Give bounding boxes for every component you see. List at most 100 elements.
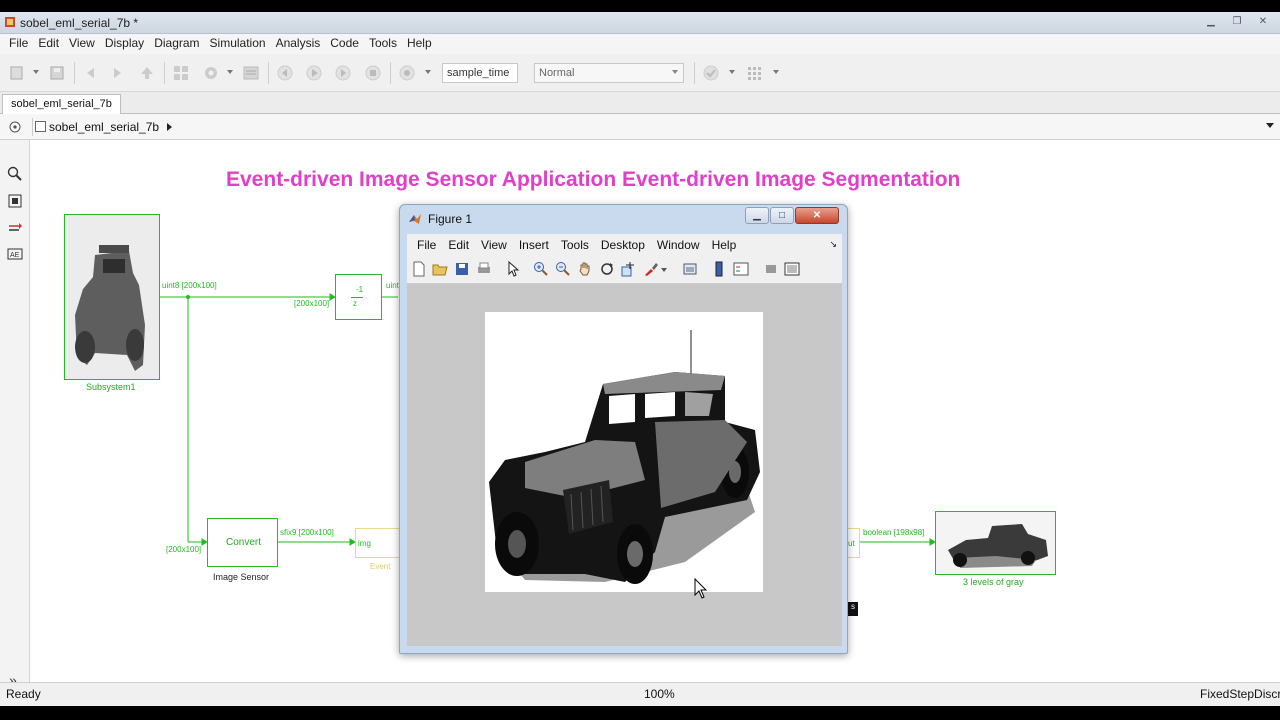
back-icon[interactable] [82,64,100,82]
hide-plot-tools-icon[interactable] [763,261,779,277]
menu-file[interactable]: File [4,34,33,54]
toolbar: sample_time Normal [0,54,1280,92]
simulation-mode-select[interactable]: Normal [534,63,684,83]
figure-menu-tools[interactable]: Tools [555,234,595,256]
svg-text:AE: AE [10,252,20,259]
output-port-block[interactable]: ut [846,528,860,558]
run-icon[interactable] [305,64,323,82]
solver-label[interactable]: FixedStepDiscrete [1200,687,1280,701]
signal-label: [200x100] [166,545,202,554]
fit-to-view-icon[interactable] [7,193,23,209]
menu-diagram[interactable]: Diagram [149,34,204,54]
mouse-cursor-icon [694,578,708,599]
menu-display[interactable]: Display [100,34,149,54]
arrow-icon[interactable] [7,220,23,236]
zoom-in-icon[interactable] [533,261,549,277]
simulink-app-icon [5,17,15,27]
grid-icon[interactable] [746,64,764,82]
convert-block[interactable]: Convert [207,518,278,567]
pan-icon[interactable] [577,261,593,277]
model-tab-strip: sobel_eml_serial_7b [0,92,1280,114]
close-icon[interactable]: ✕ [1252,14,1274,30]
open-file-icon[interactable] [432,261,448,277]
minimize-icon[interactable]: ▁ [745,207,769,224]
breadcrumb-bar: sobel_eml_serial_7b [0,114,1280,140]
segmented-car-thumbnail [936,512,1055,574]
zoom-level: 100% [644,687,675,701]
colorbar-icon[interactable] [711,261,727,277]
edit-plot-icon[interactable] [505,261,521,277]
signal-label: uint [386,281,399,290]
chevron-right-icon [167,123,173,131]
forward-icon[interactable] [108,64,126,82]
status-bar: Ready 100% FixedStepDiscrete [0,682,1280,706]
signal-label: [200x100] [294,299,330,308]
legend-icon[interactable] [733,261,749,277]
menu-analysis[interactable]: Analysis [271,34,326,54]
menu-code[interactable]: Code [325,34,364,54]
figure-menu-help[interactable]: Help [706,234,743,256]
tab-model[interactable]: sobel_eml_serial_7b [2,94,121,114]
rotate-3d-icon[interactable] [599,261,615,277]
image-axes[interactable] [485,312,763,592]
unit-delay-block[interactable]: -1 z [335,274,382,320]
title-bar: sobel_eml_serial_7b * ▁ ❐ ✕ [0,12,1280,34]
maximize-icon[interactable]: □ [770,207,794,224]
subsystem1-block[interactable] [64,214,160,380]
close-icon[interactable]: ✕ [795,207,839,224]
menu-tools[interactable]: Tools [364,34,402,54]
menu-help[interactable]: Help [402,34,437,54]
record-icon[interactable] [398,64,416,82]
stop-icon[interactable] [364,64,382,82]
menu-view[interactable]: View [64,34,100,54]
figure-toolbar [407,256,842,284]
zoom-icon[interactable] [7,166,23,182]
car-thumbnail-image [65,215,159,379]
menu-simulation[interactable]: Simulation [205,34,271,54]
subsystem1-label: Subsystem1 [86,382,136,392]
show-plot-tools-icon[interactable] [784,261,800,277]
delay-numerator: -1 [356,285,364,294]
ms-marker: s [848,602,858,616]
model-explorer-icon[interactable] [242,64,260,82]
up-icon[interactable] [138,64,156,82]
chevron-down-icon[interactable] [661,268,667,272]
stop-time-input[interactable]: sample_time [442,63,518,83]
img-port-label: img [358,539,371,548]
brush-icon[interactable] [643,261,659,277]
model-browser-icon[interactable] [8,120,22,134]
save-icon[interactable] [48,64,66,82]
figure-menu-insert[interactable]: Insert [513,234,555,256]
figure-menu-view[interactable]: View [475,234,513,256]
data-cursor-icon[interactable] [620,261,636,277]
print-icon[interactable] [476,261,492,277]
new-model-icon[interactable] [8,64,26,82]
figure-canvas[interactable] [407,284,842,646]
save-icon[interactable] [454,261,470,277]
figure-menu-bar: File Edit View Insert Tools Desktop Wind… [407,234,842,256]
model-config-icon[interactable] [202,64,220,82]
library-browser-icon[interactable] [172,64,190,82]
link-plot-icon[interactable] [682,261,698,277]
figure-menu-window[interactable]: Window [651,234,706,256]
figure-menu-edit[interactable]: Edit [442,234,475,256]
chevron-down-icon[interactable] [1266,123,1274,128]
zoom-out-icon[interactable] [555,261,571,277]
figure-menu-file[interactable]: File [411,234,442,256]
breadcrumb[interactable]: sobel_eml_serial_7b [32,118,176,136]
menu-edit[interactable]: Edit [33,34,64,54]
step-forward-icon[interactable] [334,64,352,82]
annotation-icon[interactable]: AE [7,246,23,262]
segmented-car-image [485,312,763,592]
new-figure-icon[interactable] [411,261,427,277]
event-subsystem-block[interactable]: img [355,528,400,558]
dock-arrow-icon[interactable]: ↘ [829,239,837,250]
model-advisor-icon[interactable] [702,64,720,82]
figure-menu-desktop[interactable]: Desktop [595,234,651,256]
signal-label: uint8 [200x100] [162,281,217,290]
step-back-icon[interactable] [276,64,294,82]
gray-display-block[interactable] [935,511,1056,575]
minimize-icon[interactable]: ▁ [1200,14,1222,30]
signal-label: boolean [198x98] [863,528,925,537]
maximize-icon[interactable]: ❐ [1226,14,1248,30]
